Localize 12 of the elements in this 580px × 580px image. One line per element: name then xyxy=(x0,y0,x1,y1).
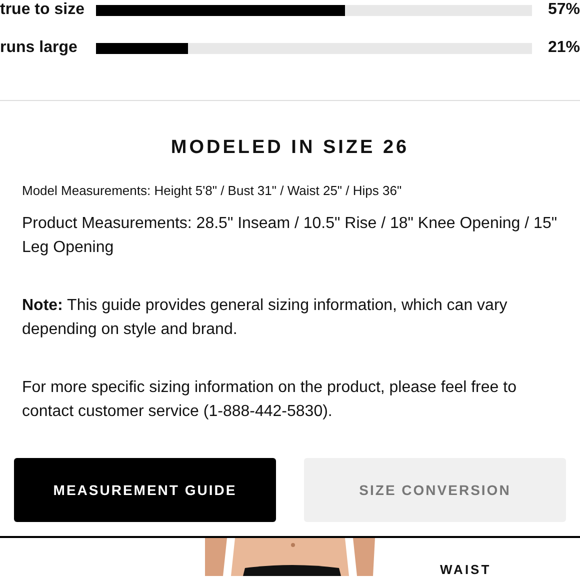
contact-text: For more specific sizing information on the product, please feel free to contact customer service (1-888-442-5830). xyxy=(21,378,518,422)
size-conversion-button[interactable]: SIZE CONVERSION xyxy=(304,458,566,522)
rating-label: true to size xyxy=(0,1,86,19)
rating-percent: 57% xyxy=(546,1,580,19)
chart-label: WAIST xyxy=(440,562,492,577)
section-heading: MODELED IN SIZE 26 xyxy=(170,137,410,159)
note-text: Note: This guide provides general sizing information, which can vary depending on style and brand. xyxy=(21,296,508,340)
product-measurements: Product Measurements: 28.5" Inseam / 10.5" Rise / 18" Knee Opening / 15" Leg Opening xyxy=(21,214,558,258)
rating-label: runs large xyxy=(0,39,78,57)
measurement-guide-button[interactable]: MEASUREMENT GUIDE xyxy=(14,458,276,522)
rating-percent: 21% xyxy=(546,39,580,57)
model-measurements: Model Measurements: Height 5'8" / Bust 31" / Waist 25" / Hips 36" xyxy=(21,183,403,198)
